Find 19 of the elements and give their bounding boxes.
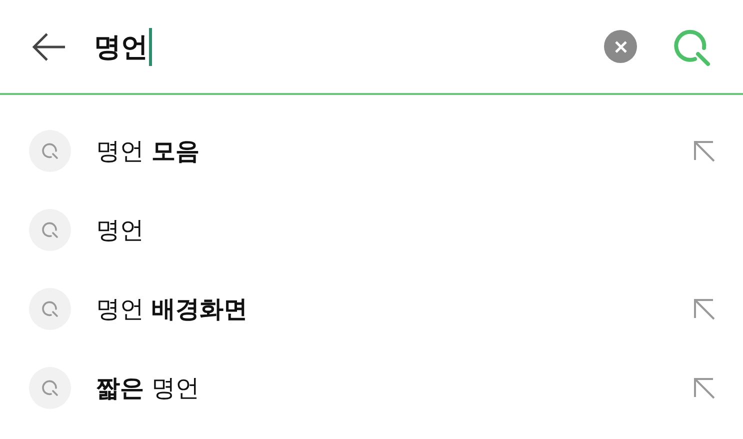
fill-query-arrow-icon[interactable] <box>693 298 715 320</box>
clear-button[interactable] <box>604 30 637 63</box>
search-icon <box>29 208 71 250</box>
suggestion-item[interactable]: 명언 배경화면 <box>0 269 743 348</box>
close-icon <box>614 40 626 52</box>
fill-query-arrow-icon[interactable] <box>693 376 715 398</box>
suggestion-text: 명언 <box>96 214 145 246</box>
search-field[interactable]: 명언 <box>94 28 148 64</box>
search-icon <box>29 288 71 330</box>
fill-query-arrow-icon[interactable] <box>693 140 715 162</box>
search-icon <box>29 130 71 172</box>
suggestion-text: 명언 배경화면 <box>96 294 249 324</box>
suggestion-item[interactable]: 명언 <box>0 190 743 269</box>
suggestion-item[interactable]: 명언 모음 <box>0 111 743 190</box>
suggestion-text: 명언 모음 <box>96 136 201 166</box>
search-icon <box>29 366 71 408</box>
suggestion-text: 짧은 명언 <box>96 372 201 404</box>
back-arrow-icon[interactable] <box>32 32 66 60</box>
suggestion-item[interactable]: 짧은 명언 <box>0 348 743 427</box>
